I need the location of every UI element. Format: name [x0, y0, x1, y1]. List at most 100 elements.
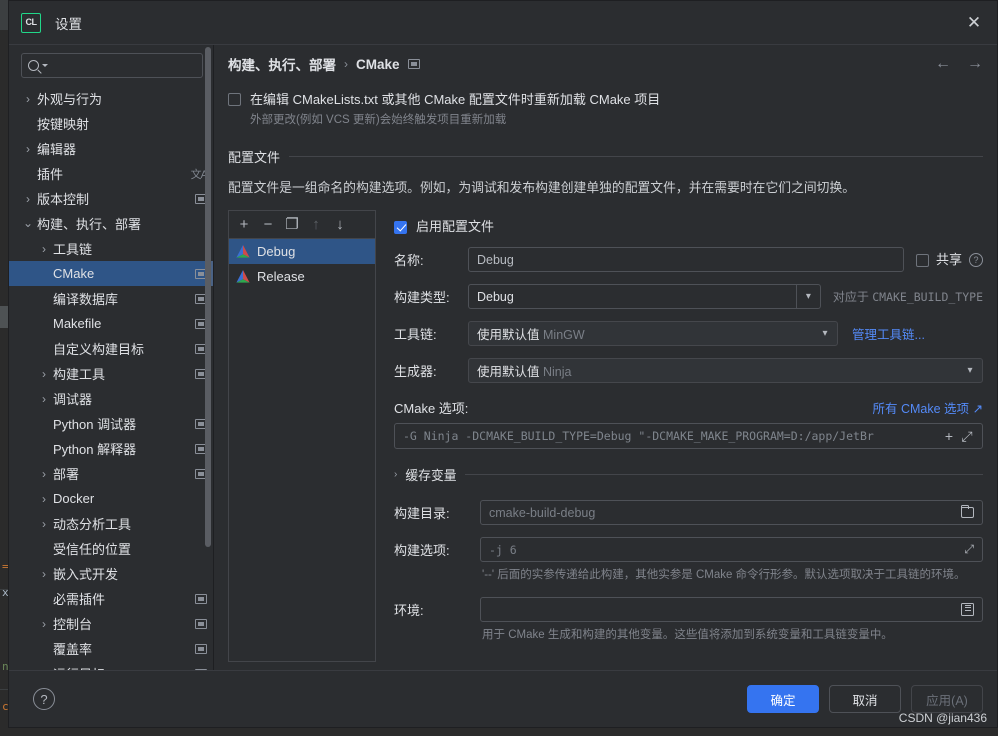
chevron-down-icon: ▾: [967, 365, 973, 377]
sidebar-item-[interactable]: › 控制台: [9, 611, 213, 636]
build-type-select[interactable]: Debug ▾: [468, 284, 821, 310]
sidebar-item-[interactable]: 插件 文A: [9, 161, 213, 186]
chevron-right-icon[interactable]: ›: [35, 617, 53, 631]
sidebar-item-label: 版本控制: [37, 192, 90, 207]
settings-sidebar: › 外观与行为 按键映射 › 编辑器 插件 文A › 版本控制 ⌄ 构建、执行、部署 › 工具链 CMak…: [9, 45, 214, 670]
profile-list-item[interactable]: Release: [229, 264, 375, 289]
sidebar-item-[interactable]: › 动态分析工具: [9, 511, 213, 536]
all-cmake-options-link[interactable]: 所有 CMake 选项 ↗: [873, 398, 984, 417]
environment-hint: 用于 CMake 生成和构建的其他变量。这些值将添加到系统变量和工具链变量中。: [482, 629, 893, 642]
sidebar-item-[interactable]: 按键映射: [9, 111, 213, 136]
profile-name-input[interactable]: Debug: [468, 247, 904, 273]
environment-label: 环境:: [394, 603, 424, 619]
environment-input[interactable]: [480, 597, 983, 623]
sidebar-item-[interactable]: 自定义构建目标: [9, 336, 213, 361]
chevron-right-icon[interactable]: ›: [19, 142, 37, 156]
expand-editor-icon[interactable]: ⤢: [958, 428, 976, 445]
breadcrumb-parent[interactable]: 构建、执行、部署: [228, 54, 336, 74]
search-input[interactable]: [51, 58, 212, 73]
chevron-down-icon[interactable]: [42, 64, 48, 67]
share-help-icon[interactable]: ?: [969, 252, 983, 267]
sidebar-item-docker[interactable]: › Docker: [9, 486, 213, 511]
move-down-button[interactable]: ↓: [329, 213, 351, 235]
chevron-down-icon[interactable]: ⌄: [19, 217, 37, 229]
sidebar-item-label: 必需插件: [53, 592, 106, 607]
profile-name-row: 名称: Debug 共享 ?: [394, 247, 983, 273]
toolchain-select[interactable]: 使用默认值 MinGW ▾: [468, 321, 838, 347]
folder-icon[interactable]: [960, 504, 974, 519]
cmake-options-value: -G Ninja -DCMAKE_BUILD_TYPE=Debug "-DCMA…: [403, 429, 874, 444]
add-profile-button[interactable]: +: [233, 213, 255, 235]
nav-back-icon[interactable]: ←: [935, 55, 951, 73]
reload-cmake-checkbox[interactable]: [228, 93, 241, 106]
sidebar-item-label: CMake: [53, 266, 95, 281]
close-icon[interactable]: ✕: [951, 1, 997, 45]
sidebar-item-label: Makefile: [53, 316, 102, 331]
build-type-note-mono: CMAKE_BUILD_TYPE: [872, 290, 983, 305]
sidebar-item-makefile[interactable]: Makefile: [9, 311, 213, 336]
sidebar-item-cmake[interactable]: CMake: [9, 261, 213, 286]
reload-cmake-hint: 外部更改(例如 VCS 更新)会始终触发项目重新加载: [250, 113, 507, 126]
help-icon[interactable]: ?: [33, 688, 55, 710]
sidebar-item-[interactable]: 覆盖率: [9, 636, 213, 661]
copy-profile-button[interactable]: ❐: [281, 213, 303, 235]
chevron-right-icon[interactable]: ›: [35, 517, 53, 531]
chevron-right-icon[interactable]: ›: [35, 392, 53, 406]
watermark: CSDN @jian436: [898, 711, 987, 725]
build-options-label: 构建选项:: [394, 543, 450, 559]
add-option-icon[interactable]: +: [940, 428, 958, 444]
remove-profile-button[interactable]: −: [257, 213, 279, 235]
sidebar-item-[interactable]: › 编辑器: [9, 136, 213, 161]
search-box[interactable]: [21, 53, 212, 78]
chevron-right-icon[interactable]: ›: [35, 467, 53, 481]
sidebar-item-[interactable]: › 嵌入式开发: [9, 561, 213, 586]
breadcrumb-separator: ›: [344, 57, 348, 71]
sidebar-item-[interactable]: 必需插件: [9, 586, 213, 611]
chevron-down-icon: ▾: [795, 285, 820, 309]
share-checkbox[interactable]: [915, 254, 929, 268]
sidebar-item-[interactable]: 运行目标: [9, 661, 213, 670]
cache-variables-section[interactable]: › 缓存变量: [394, 465, 983, 484]
sidebar-item-label: 按键映射: [37, 117, 90, 132]
section-divider: [289, 155, 983, 157]
sidebar-item-label: 构建工具: [53, 367, 106, 382]
sidebar-item-[interactable]: › 工具链: [9, 236, 213, 261]
list-editor-icon[interactable]: [961, 603, 974, 617]
sidebar-item-label: Docker: [53, 491, 95, 506]
sidebar-item-[interactable]: › 版本控制: [9, 186, 213, 211]
cancel-button[interactable]: 取消: [829, 685, 901, 713]
sidebar-item-[interactable]: 受信任的位置: [9, 536, 213, 561]
sidebar-scrollbar[interactable]: [205, 47, 211, 547]
profile-list-item[interactable]: Debug: [229, 238, 375, 264]
expand-editor-icon[interactable]: ⤢: [964, 542, 974, 557]
sidebar-item-[interactable]: 编译数据库: [9, 286, 213, 311]
chevron-right-icon[interactable]: ›: [19, 192, 37, 206]
chevron-right-icon[interactable]: ›: [19, 92, 37, 106]
sidebar-item-[interactable]: › 构建工具: [9, 361, 213, 386]
chevron-right-icon[interactable]: ›: [35, 242, 53, 256]
manage-toolchains-link[interactable]: 管理工具链...: [852, 324, 925, 343]
sidebar-item-[interactable]: › 调试器: [9, 386, 213, 411]
profile-name-label: 名称:: [394, 253, 424, 269]
build-directory-input[interactable]: cmake-build-debug: [480, 500, 983, 526]
clion-logo-icon: CL: [21, 12, 41, 33]
chevron-right-icon[interactable]: ›: [35, 367, 53, 381]
generator-select[interactable]: 使用默认值 Ninja ▾: [468, 358, 983, 384]
sidebar-item-label: 调试器: [53, 392, 93, 407]
sidebar-item-python[interactable]: Python 调试器: [9, 411, 213, 436]
sidebar-item-label: 工具链: [53, 242, 93, 257]
build-options-input[interactable]: -j 6 ⤢: [480, 537, 983, 563]
cmake-options-input[interactable]: -G Ninja -DCMAKE_BUILD_TYPE=Debug "-DCMA…: [394, 423, 983, 450]
search-container: [9, 45, 213, 84]
nav-forward-icon[interactable]: →: [967, 55, 983, 73]
chevron-right-icon[interactable]: ›: [35, 492, 53, 506]
sidebar-item-[interactable]: › 外观与行为: [9, 86, 213, 111]
ok-button[interactable]: 确定: [747, 685, 819, 713]
sidebar-item-[interactable]: › 部署: [9, 461, 213, 486]
sidebar-item-[interactable]: ⌄ 构建、执行、部署: [9, 211, 213, 236]
move-up-button: ↑: [312, 215, 320, 233]
enable-profile-checkbox[interactable]: [394, 220, 407, 234]
toolchain-value-default: MinGW: [543, 328, 585, 343]
sidebar-item-python[interactable]: Python 解释器: [9, 436, 213, 461]
chevron-right-icon[interactable]: ›: [35, 567, 53, 581]
